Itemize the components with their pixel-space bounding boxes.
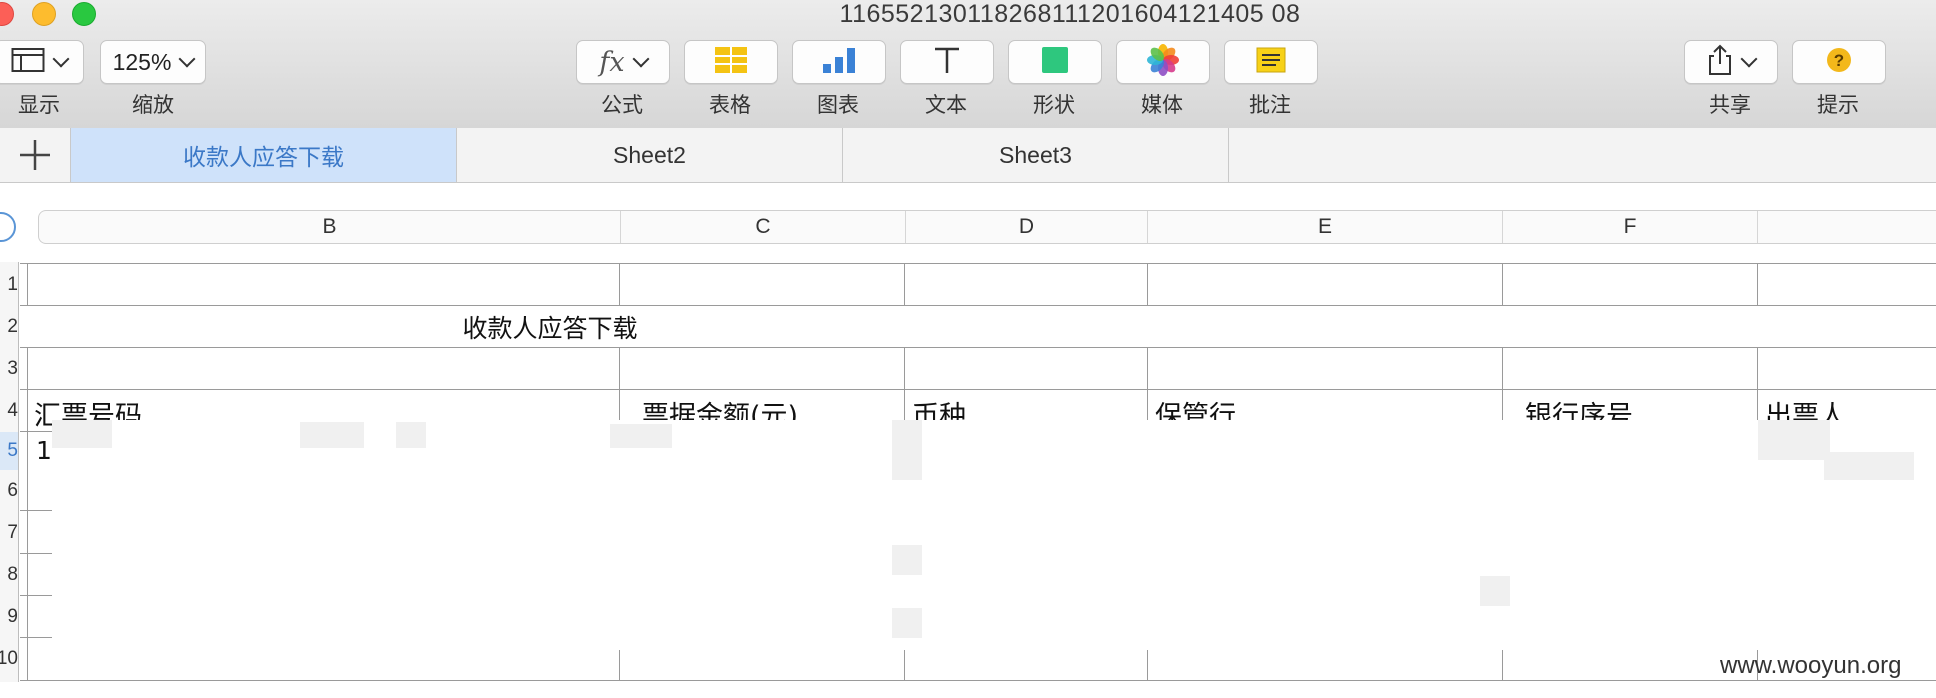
column-header-d[interactable]: D <box>906 211 1148 243</box>
tips-button[interactable]: ? <box>1792 40 1886 84</box>
column-header-bar: B C D E F <box>38 210 1936 244</box>
svg-text:?: ? <box>1834 51 1844 70</box>
chart-label: 图表 <box>817 94 859 117</box>
row-header-5[interactable]: 5 <box>0 432 18 470</box>
sheet-tab-3[interactable]: Sheet3 <box>843 128 1229 182</box>
zoom-label: 缩放 <box>132 94 174 117</box>
chevron-down-icon <box>632 50 650 68</box>
tips-label: 提示 <box>1817 94 1859 117</box>
zoom-select[interactable]: 125% <box>100 40 206 84</box>
column-header-e[interactable]: E <box>1148 211 1503 243</box>
formula-button[interactable]: fx <box>576 40 670 84</box>
shape-button[interactable] <box>1008 40 1102 84</box>
function-icon: fx <box>599 46 625 78</box>
chevron-down-icon <box>1740 50 1758 68</box>
table-select-handle[interactable] <box>0 212 16 242</box>
chevron-down-icon <box>178 50 196 68</box>
media-button[interactable] <box>1116 40 1210 84</box>
shape-label: 形状 <box>1033 94 1075 117</box>
column-header-f[interactable]: F <box>1503 211 1758 243</box>
row-header-1[interactable]: 1 <box>0 264 18 306</box>
row-header-8[interactable]: 8 <box>0 554 18 596</box>
comment-note-icon <box>1256 47 1286 78</box>
formula-label: 公式 <box>601 94 643 117</box>
chevron-down-icon <box>52 50 70 68</box>
bar-chart-icon <box>821 46 857 79</box>
view-sidebar-icon <box>11 47 45 78</box>
sheet-title-cell[interactable]: 收款人应答下载 <box>20 306 1936 348</box>
table-button[interactable] <box>684 40 778 84</box>
row-header-10[interactable]: 10 <box>0 638 18 680</box>
close-window-button[interactable] <box>0 2 14 26</box>
chart-button[interactable] <box>792 40 886 84</box>
sheet-tab-1[interactable]: 收款人应答下载 <box>71 128 457 182</box>
text-button[interactable] <box>900 40 994 84</box>
comment-button[interactable] <box>1224 40 1318 84</box>
plus-icon <box>20 140 50 170</box>
window-toolbar: 116552130118268111201604121405 08 显示 125… <box>0 0 1936 129</box>
share-label: 共享 <box>1709 94 1751 117</box>
maximize-window-button[interactable] <box>72 2 96 26</box>
row-header-9[interactable]: 9 <box>0 596 18 638</box>
comment-label: 批注 <box>1249 94 1291 117</box>
sheet-title-text: 收款人应答下载 <box>462 314 638 343</box>
share-button[interactable] <box>1684 40 1778 84</box>
zoom-value: 125% <box>112 48 172 75</box>
shape-square-icon <box>1041 46 1069 79</box>
row-header-4[interactable]: 4 <box>0 390 18 432</box>
help-icon: ? <box>1825 46 1853 79</box>
text-label: 文本 <box>925 94 967 117</box>
text-icon <box>932 45 962 80</box>
share-icon <box>1707 44 1733 81</box>
view-label: 显示 <box>18 94 60 117</box>
row-header-3[interactable]: 3 <box>0 348 18 390</box>
column-header-b[interactable]: B <box>39 211 621 243</box>
view-button[interactable] <box>0 40 84 84</box>
row-header-2[interactable]: 2 <box>0 306 18 348</box>
row-header-6[interactable]: 6 <box>0 470 18 512</box>
media-label: 媒体 <box>1141 94 1183 117</box>
table-label: 表格 <box>709 94 751 117</box>
photos-flower-icon <box>1147 43 1179 81</box>
column-header-c[interactable]: C <box>621 211 906 243</box>
watermark-text: www.wooyun.org <box>1720 652 1902 679</box>
sheet-tab-bar: 收款人应答下载 Sheet2 Sheet3 <box>0 128 1936 183</box>
add-sheet-button[interactable] <box>0 128 71 182</box>
minimize-window-button[interactable] <box>32 2 56 26</box>
row-header-7[interactable]: 7 <box>0 512 18 554</box>
table-icon <box>714 46 748 79</box>
sheet-tab-2[interactable]: Sheet2 <box>457 128 843 182</box>
document-title: 116552130118268111201604121405 08 <box>839 0 1301 28</box>
